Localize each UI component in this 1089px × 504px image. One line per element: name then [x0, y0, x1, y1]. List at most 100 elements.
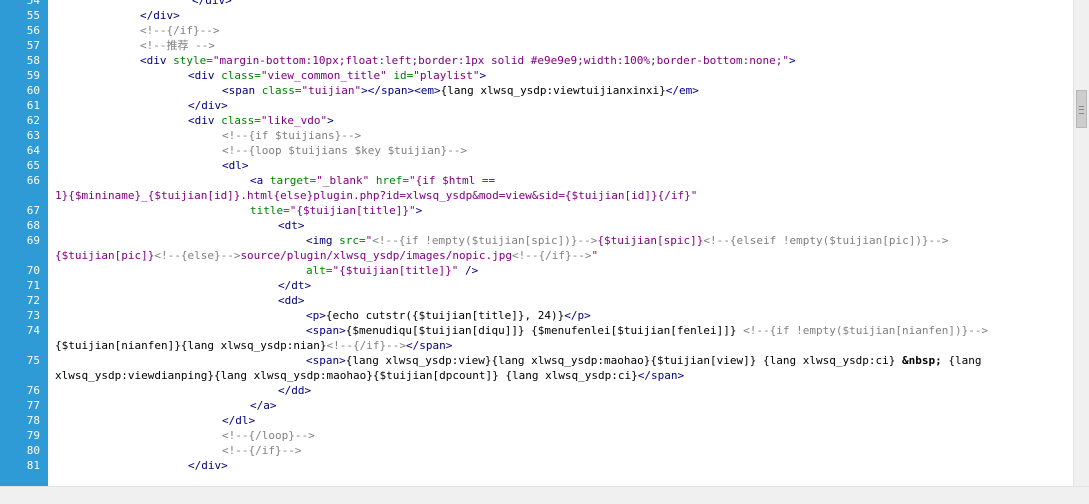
code-token: ></span><em>: [361, 84, 441, 97]
line-number: 57: [26, 39, 40, 52]
line-number: 81: [26, 459, 40, 472]
code-token: </span>: [637, 369, 685, 382]
code-token: <!--{if !empty($tuijian[nianfen])}-->: [743, 324, 989, 337]
line-number: 61: [26, 99, 40, 112]
code-line: 70 alt="{$tuijian[title]}" />: [0, 263, 1073, 278]
code-line: 73 <p>{echo cutstr({$tuijian[title]}, 24)…: [0, 308, 1073, 323]
code-text: </div>: [140, 8, 180, 23]
code-line: 67 title="{$tuijian[title]}">: [0, 203, 1073, 218]
line-number: 65: [26, 159, 40, 172]
code-text: <p>{echo cutstr({$tuijian[title]}, 24)}<…: [306, 308, 591, 323]
code-token: <dd>: [278, 294, 305, 307]
code-line: 66 <a target="_blank" href="{if $html ==: [0, 173, 1073, 188]
code-token: >: [415, 204, 423, 217]
line-number: 58: [26, 54, 40, 67]
code-token: <!--{elseif !empty($tuijian[pic])}-->: [703, 234, 949, 247]
code-text: <span>{lang xlwsq_ysdp:view}{lang xlwsq_…: [306, 353, 982, 368]
code-token: ": [591, 249, 599, 262]
code-token: source/plugin/xlwsq_ysdp/images/nopic.jp…: [240, 249, 512, 262]
code-token: </span>: [406, 339, 453, 352]
code-text: <span class="tuijian"></span><em>{lang x…: [222, 83, 699, 98]
code-token: <span>: [306, 324, 346, 337]
code-token: </dd>: [278, 384, 312, 397]
code-token: xlwsq_ysdp:viewdianping}{lang xlwsq_ysdp…: [55, 369, 638, 382]
line-number: 77: [26, 399, 40, 412]
code-text: <dd>: [278, 293, 305, 308]
code-lines: 54 </div> 55 </div> 56 <!--{/if}--> 57 <!--推荐 -…: [0, 0, 1073, 473]
code-text: alt="{$tuijian[title]}" />: [306, 263, 478, 278]
line-number: 70: [26, 264, 40, 277]
code-token: <!--{/loop}-->: [222, 429, 315, 442]
code-token: class=: [221, 114, 261, 127]
code-token: <!--{/if}-->: [326, 339, 407, 352]
code-token: {$tuijian[nianfen]}{lang xlwsq_ysdp:nian…: [55, 339, 327, 352]
code-token: "{$tuijian[title]}": [332, 264, 459, 277]
code-token: <!--{if !empty($tuijian[spic])}-->: [372, 234, 598, 247]
code-token: </p>: [564, 309, 591, 322]
line-number: 76: [26, 384, 40, 397]
code-token: </a>: [250, 399, 277, 412]
code-token: <!--{/if}-->: [140, 24, 220, 37]
line-number: 68: [26, 219, 40, 232]
code-token: "{if $html ==: [408, 174, 496, 187]
code-token: />: [458, 264, 479, 277]
code-token: "view_common_title": [260, 69, 387, 82]
code-token: id=: [386, 69, 414, 82]
code-text: <!--{loop $tuijians $key $tuijian}-->: [222, 143, 467, 158]
code-line: 59 <div class="view_common_title" id="pla…: [0, 68, 1073, 83]
code-token: <span>: [306, 354, 346, 367]
code-token: {$tuijian[spic]}: [597, 234, 704, 247]
code-token: src=: [339, 234, 366, 247]
code-line: 68 <dt>: [0, 218, 1073, 233]
scrollbar-grip-icon: [1079, 106, 1084, 114]
line-number: 59: [26, 69, 40, 82]
code-text: </dt>: [278, 278, 311, 293]
code-text: 1}{$mininame}_{$tuijian[id]}.html{else}p…: [55, 188, 697, 203]
code-token: {echo cutstr({$tuijian[title]}, 24)}: [325, 309, 565, 322]
code-token: class=: [261, 84, 302, 97]
code-token: "margin-bottom:10px;float:left;border:1p…: [212, 54, 790, 67]
horizontal-scrollbar[interactable]: [0, 486, 1089, 504]
code-token: >: [789, 54, 796, 67]
code-line: 58 <div style="margin-bottom:10px;float:l…: [0, 53, 1073, 68]
code-token: <!--{else}-->: [154, 249, 241, 262]
line-number: 69: [26, 234, 40, 247]
code-token: alt=: [306, 264, 333, 277]
code-line: 65 <dl>: [0, 158, 1073, 173]
code-token: </div>: [188, 459, 228, 472]
line-number: 75: [26, 354, 40, 367]
code-text: {$tuijian[pic]}<!--{else}-->source/plugi…: [55, 248, 598, 263]
code-editor[interactable]: 54 </div> 55 </div> 56 <!--{/if}--> 57 <!--推荐 -…: [0, 0, 1073, 486]
code-text: </dl>: [222, 413, 255, 428]
code-token: {$menudiqu[$tuijian[diqu]]} {$menufenlei…: [345, 324, 744, 337]
code-token: <div: [188, 69, 222, 82]
code-text: <div style="margin-bottom:10px;float:lef…: [140, 53, 796, 68]
code-token: <span: [222, 84, 262, 97]
code-token: class=: [221, 69, 261, 82]
code-line-wrap: xlwsq_ysdp:viewdianping}{lang xlwsq_ysdp…: [0, 368, 1073, 383]
code-text: <img src="<!--{if !empty($tuijian[spic])…: [306, 233, 948, 248]
code-line: 63 <!--{if $tuijians}-->: [0, 128, 1073, 143]
code-token: <dt>: [278, 219, 305, 232]
code-token: <img: [306, 234, 340, 247]
vertical-scrollbar-thumb[interactable]: [1076, 90, 1087, 128]
vertical-scrollbar[interactable]: [1073, 0, 1089, 486]
code-line: 69 <img src="<!--{if !empty($tuijian[spic…: [0, 233, 1073, 248]
code-text: xlwsq_ysdp:viewdianping}{lang xlwsq_ysdp…: [55, 368, 684, 383]
code-token: 1}{$mininame}_{$tuijian[id]}.html{else}p…: [55, 189, 698, 202]
line-number: 80: [26, 444, 40, 457]
code-text: </div>: [188, 458, 228, 473]
code-text: <!--{/loop}-->: [222, 428, 315, 443]
code-token: <!--{loop $tuijians $key $tuijian}-->: [222, 144, 468, 157]
code-token: "_blank": [316, 174, 370, 187]
code-token: {lang: [941, 354, 982, 367]
line-number: 63: [26, 129, 40, 142]
code-text: {$tuijian[nianfen]}{lang xlwsq_ysdp:nian…: [55, 338, 452, 353]
code-line: 57 <!--推荐 -->: [0, 38, 1073, 53]
code-text: </dd>: [278, 383, 311, 398]
code-text: <!--{/if}-->: [140, 23, 219, 38]
code-token: <dl>: [222, 159, 249, 172]
code-token: </div>: [140, 9, 180, 22]
line-number: 62: [26, 114, 40, 127]
code-text: <div class="like_vdo">: [188, 113, 334, 128]
